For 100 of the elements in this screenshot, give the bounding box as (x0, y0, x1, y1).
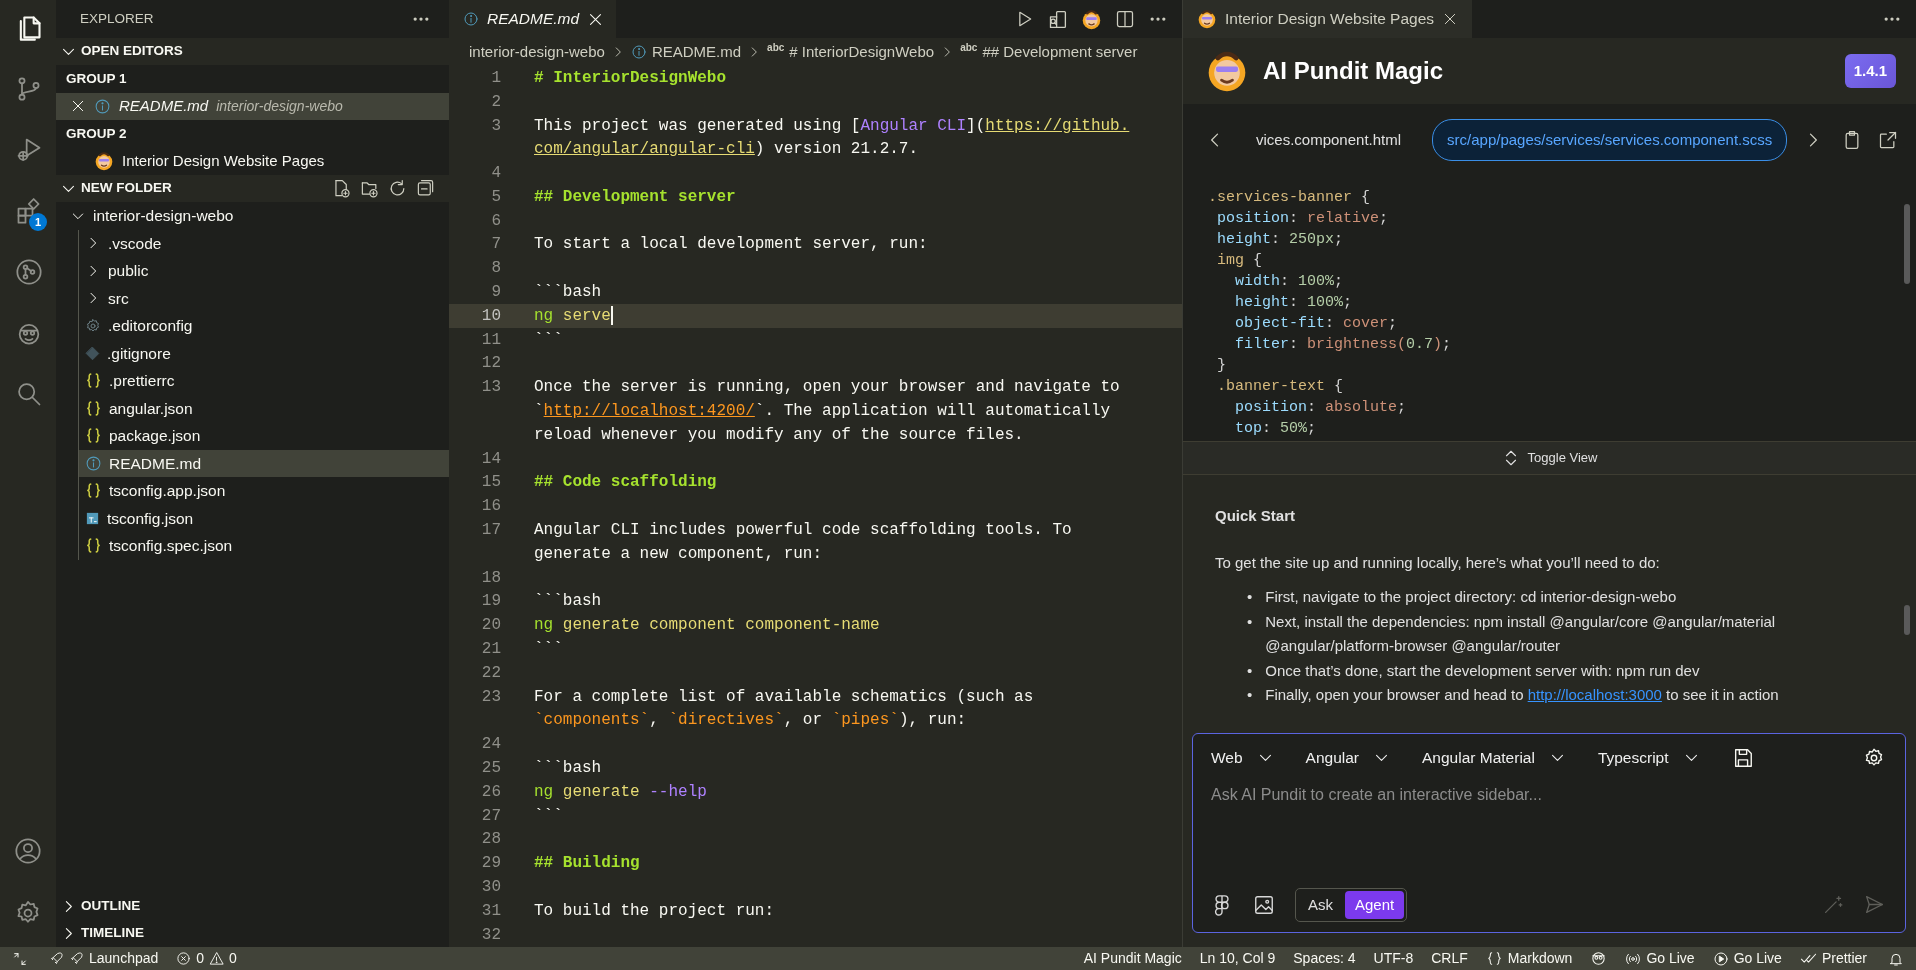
warning-icon (209, 951, 225, 966)
play-circle-icon (1712, 950, 1729, 967)
code-line: ```bash (534, 282, 602, 304)
code-line: ## Development server (534, 186, 736, 208)
search-icon[interactable] (15, 380, 43, 408)
dropdown[interactable]: Web (1211, 746, 1274, 770)
code-line: ## Code scaffolding (534, 472, 717, 494)
tree-item[interactable]: tsconfig.json (79, 504, 449, 532)
mode-tab[interactable]: Ask (1298, 890, 1343, 919)
prompt-box[interactable]: Web Angular Angular Material Typescript Ask AI Pundit to create an interactive sidebar... Ask Agent (1192, 733, 1906, 933)
tree-item[interactable]: .editorconfig (79, 312, 449, 340)
code-line: generate a new component, run: (534, 543, 823, 565)
tree-item[interactable]: README.md (79, 449, 449, 477)
status-item[interactable]: Go Live (1703, 947, 1791, 970)
line-number: 26 (480, 781, 501, 803)
code-line: .banner-text { (1216, 376, 1345, 397)
line-number: 2 (490, 91, 501, 113)
tree-item[interactable]: .prettierrc (79, 367, 449, 395)
rocket-icon (69, 951, 84, 966)
status-item[interactable]: Markdown (1476, 947, 1582, 970)
status-item[interactable]: Go Live (1616, 947, 1704, 970)
code-line: .services-banner { (1208, 187, 1372, 208)
breadcrumb-item[interactable]: interior-design-webo (469, 40, 605, 64)
new-folder-icon[interactable] (360, 179, 379, 198)
error-icon (176, 951, 192, 966)
editor-tab[interactable]: README.md (449, 0, 617, 38)
refresh-icon[interactable] (388, 179, 407, 198)
status-item[interactable]: Prettier (1790, 947, 1876, 970)
prompt-field[interactable]: Ask AI Pundit to create an interactive sidebar... (1211, 769, 1885, 888)
image-icon[interactable] (1253, 893, 1275, 916)
status-item[interactable]: CRLF (1422, 947, 1477, 970)
external-link-icon[interactable] (1878, 129, 1898, 150)
code-line: height: 250px; (1216, 229, 1345, 250)
file-tab[interactable]: src/app/pages/services/services.component.scss (1432, 118, 1788, 162)
scrollbar-thumb[interactable] (1904, 203, 1910, 284)
line-number: 11 (480, 329, 501, 351)
breadcrumb-item[interactable]: README.md (630, 40, 742, 64)
line-number: 1 (490, 67, 501, 89)
mode-tab[interactable]: Agent (1345, 890, 1405, 919)
tree-item[interactable]: .gitignore (79, 339, 449, 367)
scrollbar-thumb[interactable] (1904, 605, 1910, 636)
code-line: For a complete list of available schematics (such as (534, 686, 1034, 708)
tree-item[interactable]: package.json (79, 422, 449, 450)
open-editor-item[interactable]: Interior Design Website Pages (56, 147, 449, 175)
section-heading: Quick Start (1215, 506, 1297, 527)
breadcrumb-item[interactable]: abc ## Development server (960, 40, 1138, 64)
tree-item[interactable]: src (79, 284, 449, 312)
line-number: 10 (480, 305, 501, 327)
status-item[interactable]: UTF-8 (1364, 947, 1423, 970)
dropdown[interactable]: Typescript (1597, 746, 1700, 770)
robot-face-icon (1590, 950, 1608, 967)
line-number: 8 (490, 258, 501, 280)
panel-tab[interactable]: Interior Design Website Pages (1183, 0, 1473, 38)
toggle-view-button[interactable]: Toggle View (1495, 447, 1604, 469)
line-number: 22 (480, 662, 501, 684)
account-icon[interactable] (14, 837, 42, 865)
breadcrumb-item[interactable]: abc # InteriorDesignWebo (767, 40, 935, 64)
tree-item[interactable]: .vscode (79, 229, 449, 257)
open-editor-item[interactable]: README.md interior-design-webo (56, 92, 449, 120)
group-label: GROUP 1 (65, 69, 128, 88)
dropdown[interactable]: Angular Material (1422, 746, 1566, 770)
braces-icon (85, 482, 102, 500)
tree-item[interactable]: public (79, 257, 449, 285)
link[interactable]: http://localhost:3000 (1527, 686, 1662, 704)
split-editor-icon[interactable] (1115, 9, 1135, 29)
run-debug-icon[interactable] (15, 136, 43, 164)
preview-icon[interactable] (1047, 8, 1068, 30)
tree-item[interactable]: tsconfig.app.json (79, 477, 449, 505)
status-item[interactable]: Ln 10, Col 9 (1190, 947, 1285, 970)
code-line: ``` (534, 329, 563, 351)
tree-item[interactable]: angular.json (79, 394, 449, 422)
app-title: AI Pundit Magic (1263, 55, 1443, 86)
cartoon-avatar-icon (1197, 8, 1217, 29)
rocket-icon (49, 951, 64, 966)
line-number: 3 (490, 115, 501, 137)
dropdown[interactable]: Angular (1305, 746, 1391, 770)
line-number: 12 (480, 353, 501, 375)
new-file-icon[interactable] (332, 179, 351, 198)
list-item: First, navigate to the project directory: cd interior-design-webo (1265, 587, 1677, 608)
file-tab[interactable]: vices.component.html (1241, 118, 1417, 162)
code-line: Once the server is running, open your browser and navigate to (534, 377, 1120, 399)
code-line: ## Building (534, 853, 640, 875)
braces-icon (1485, 950, 1503, 967)
send-icon[interactable] (1864, 894, 1885, 916)
line-number: 31 (480, 900, 501, 922)
status-item[interactable]: Spaces: 4 (1284, 947, 1365, 970)
problems-button[interactable]: 0 0 (167, 947, 246, 970)
diamond-icon (85, 345, 100, 361)
status-item[interactable]: Launchpad (40, 947, 168, 970)
status-item[interactable]: AI Pundit Magic (1074, 947, 1191, 970)
magic-wand-icon[interactable] (1823, 894, 1844, 916)
line-number: 32 (480, 924, 501, 946)
tree-item[interactable]: interior-design-webo (56, 202, 449, 230)
line-number: 16 (480, 496, 501, 518)
tree-item[interactable]: tsconfig.spec.json (79, 532, 449, 560)
graph-icon[interactable] (15, 258, 43, 286)
code-line: Angular CLI includes powerful code scaffolding tools. To (534, 520, 1072, 542)
code-line: ng serve (534, 305, 613, 328)
collapse-all-icon[interactable] (416, 179, 435, 198)
line-number: 18 (480, 567, 501, 589)
